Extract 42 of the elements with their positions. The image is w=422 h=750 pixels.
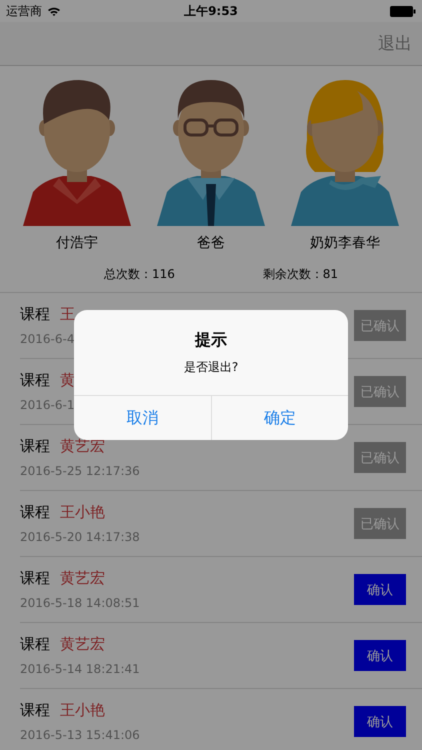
teacher-name: 王 bbox=[60, 305, 75, 324]
record-time: 2016-5-13 15:41:06 bbox=[20, 728, 140, 742]
teacher-name: 王小艳 bbox=[60, 701, 105, 720]
wifi-icon bbox=[47, 6, 61, 16]
record-time: 2016-5-20 14:17:38 bbox=[20, 530, 140, 544]
course-label: 课程 bbox=[20, 503, 50, 522]
logout-button[interactable]: 退出 bbox=[378, 32, 412, 55]
course-label: 课程 bbox=[20, 371, 50, 390]
alert-title: 提示 bbox=[195, 330, 227, 351]
record-time: 2016-5-14 18:21:41 bbox=[20, 662, 140, 676]
teacher-name: 王小艳 bbox=[60, 503, 105, 522]
alert-button[interactable]: 确定 bbox=[210, 396, 348, 440]
teacher-name: 黄艺宏 bbox=[60, 569, 105, 588]
teacher-name: 黄 bbox=[60, 371, 75, 390]
course-label: 课程 bbox=[20, 569, 50, 588]
total-count: 总次数：116 bbox=[104, 266, 175, 283]
course-label: 课程 bbox=[20, 701, 50, 720]
carrier-name: 运营商 bbox=[6, 2, 42, 20]
remaining-count: 剩余次数：81 bbox=[262, 266, 338, 283]
confirm-button[interactable]: 已确认 bbox=[354, 310, 406, 341]
alert-message: 是否退出? bbox=[184, 359, 238, 376]
confirm-button[interactable]: 已确认 bbox=[354, 376, 406, 407]
confirm-button[interactable]: 确认 bbox=[354, 574, 406, 605]
confirm-button[interactable]: 确认 bbox=[354, 640, 406, 671]
member-name: 奶奶李春华 bbox=[310, 234, 380, 252]
course-label: 课程 bbox=[20, 305, 50, 324]
record-time: 2016-5-25 12:17:36 bbox=[20, 464, 140, 478]
teacher-name: 黄艺宏 bbox=[60, 635, 105, 654]
member-name: 付浩宇 bbox=[56, 234, 98, 252]
confirm-button[interactable]: 确认 bbox=[354, 706, 406, 737]
battery-icon bbox=[390, 6, 416, 16]
status-time: 上午9:53 bbox=[184, 2, 238, 20]
course-label: 课程 bbox=[20, 437, 50, 456]
confirm-button[interactable]: 已确认 bbox=[354, 442, 406, 473]
record-time: 2016-6-1 bbox=[20, 398, 75, 412]
teacher-name: 黄艺宏 bbox=[60, 437, 105, 456]
member-name: 爸爸 bbox=[197, 234, 225, 252]
alert-button[interactable]: 取消 bbox=[74, 396, 210, 440]
record-time: 2016-6-4 bbox=[20, 332, 75, 346]
confirm-button[interactable]: 已确认 bbox=[354, 508, 406, 539]
course-label: 课程 bbox=[20, 635, 50, 654]
record-time: 2016-5-18 14:08:51 bbox=[20, 596, 140, 610]
